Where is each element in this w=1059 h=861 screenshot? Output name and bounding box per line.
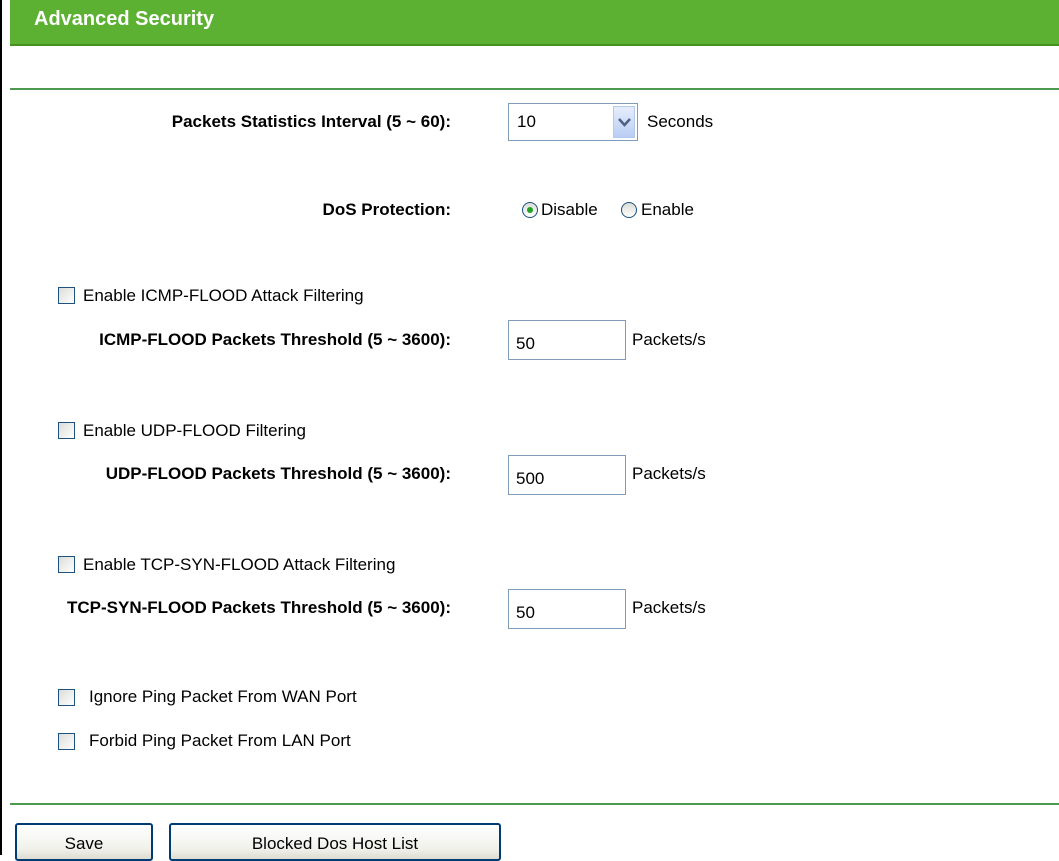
icmp-flood-checkbox-label: Enable ICMP-FLOOD Attack Filtering [83, 286, 364, 305]
tcp-syn-threshold-label: TCP-SYN-FLOOD Packets Threshold (5 ~ 360… [66, 598, 451, 617]
icmp-threshold-label: ICMP-FLOOD Packets Threshold (5 ~ 3600): [99, 330, 451, 349]
tcp-syn-flood-checkbox[interactable] [58, 556, 75, 573]
bottom-divider [10, 803, 1059, 805]
udp-flood-checkbox-label: Enable UDP-FLOOD Filtering [83, 421, 306, 440]
forbid-lan-ping-label: Forbid Ping Packet From LAN Port [89, 731, 351, 750]
udp-flood-checkbox[interactable] [58, 422, 75, 439]
icmp-threshold-unit: Packets/s [632, 330, 706, 349]
dos-disable-label[interactable]: Disable [541, 200, 598, 220]
interval-unit: Seconds [647, 112, 714, 131]
forbid-lan-ping-checkbox[interactable] [58, 733, 75, 750]
icmp-flood-checkbox[interactable] [58, 287, 75, 304]
tcp-syn-flood-checkbox-label: Enable TCP-SYN-FLOOD Attack Filtering [83, 555, 396, 574]
dos-enable-label[interactable]: Enable [641, 200, 694, 220]
page-title: Advanced Security [34, 8, 215, 30]
page-header: Advanced Security [10, 0, 1059, 46]
udp-threshold-label: UDP-FLOOD Packets Threshold (5 ~ 3600): [105, 464, 451, 483]
icmp-threshold-input[interactable] [508, 320, 626, 360]
dos-protection-label: DoS Protection: [322, 200, 451, 219]
radio-selected-dot [527, 207, 533, 213]
dos-disable-radio[interactable] [522, 202, 538, 218]
top-divider [10, 88, 1059, 90]
tcp-syn-threshold-input[interactable] [508, 589, 626, 629]
interval-select-value: 10 [517, 112, 536, 131]
ignore-wan-ping-checkbox[interactable] [58, 689, 75, 706]
save-button[interactable]: Save [15, 823, 153, 861]
interval-select[interactable]: 10 [508, 103, 638, 141]
dos-enable-radio[interactable] [621, 202, 637, 218]
interval-label: Packets Statistics Interval (5 ~ 60): [171, 112, 451, 131]
ignore-wan-ping-label: Ignore Ping Packet From WAN Port [89, 687, 357, 706]
chevron-down-icon[interactable] [613, 106, 635, 138]
blocked-dos-host-list-button[interactable]: Blocked Dos Host List [169, 823, 501, 861]
udp-threshold-input[interactable] [508, 455, 626, 495]
tcp-syn-threshold-unit: Packets/s [632, 598, 706, 617]
udp-threshold-unit: Packets/s [632, 464, 706, 483]
